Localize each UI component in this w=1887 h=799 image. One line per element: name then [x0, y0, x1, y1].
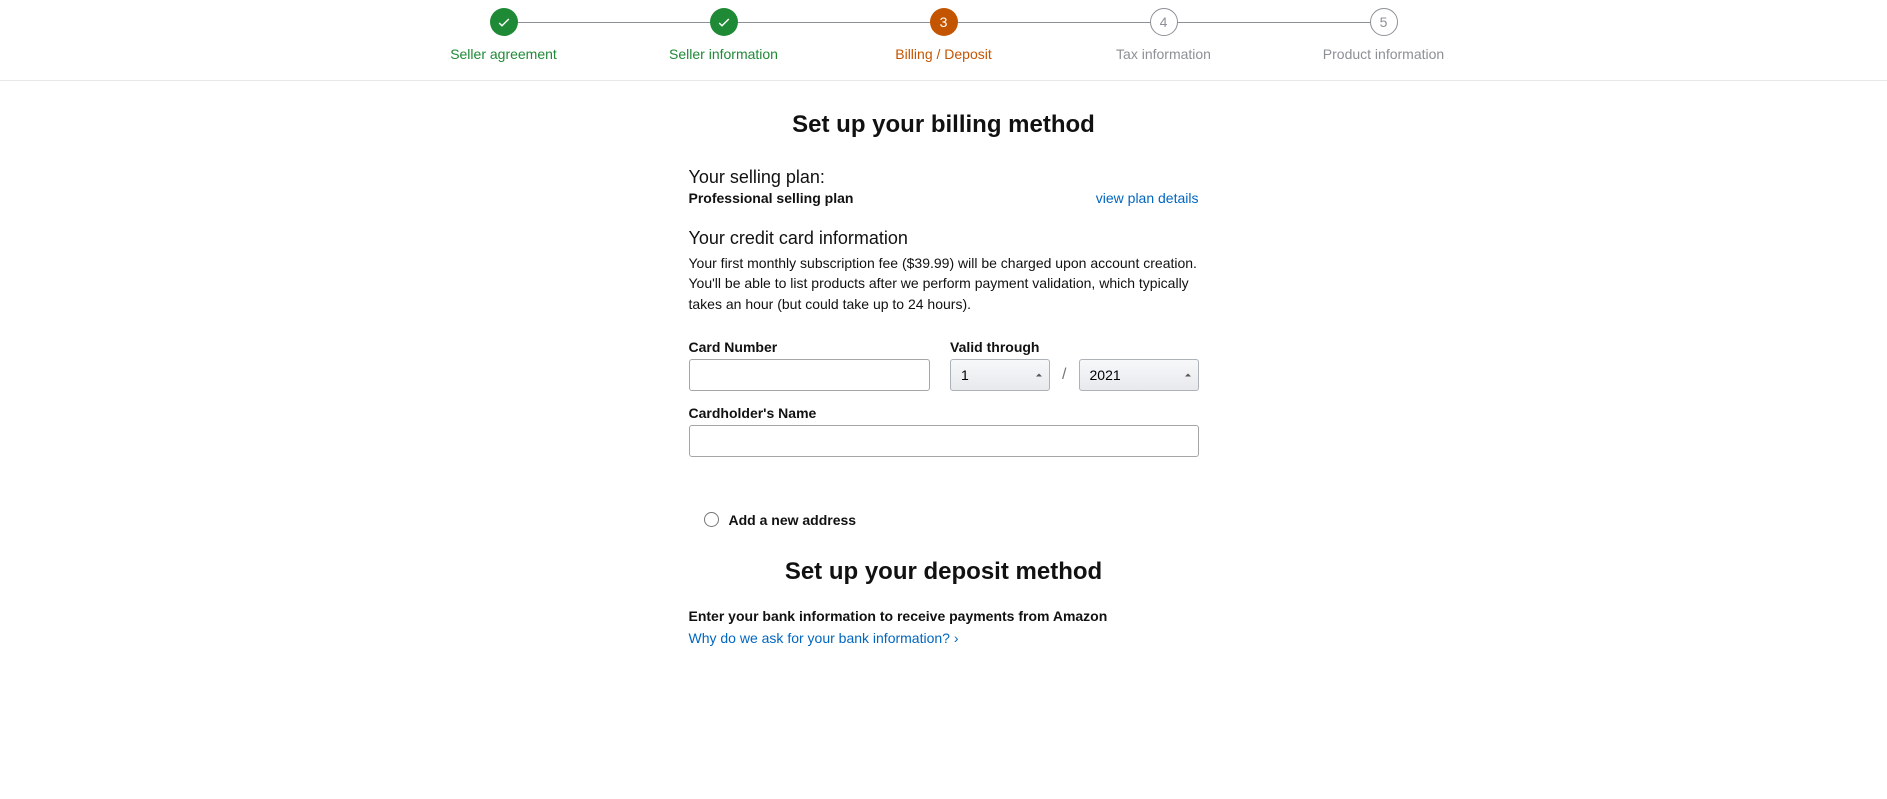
- deposit-subheading: Enter your bank information to receive p…: [689, 608, 1199, 624]
- add-new-address-radio[interactable]: [704, 512, 719, 527]
- slash-separator: /: [1062, 366, 1066, 384]
- expiry-year-select[interactable]: 2021: [1079, 359, 1199, 391]
- step-number: 4: [1150, 8, 1178, 36]
- cardholder-name-input[interactable]: [689, 425, 1199, 457]
- step-label: Billing / Deposit: [895, 46, 992, 62]
- view-plan-details-link[interactable]: view plan details: [1096, 190, 1199, 206]
- add-new-address-label: Add a new address: [729, 512, 857, 528]
- deposit-title: Set up your deposit method: [444, 558, 1444, 586]
- check-icon: [710, 8, 738, 36]
- step-label: Seller information: [669, 46, 778, 62]
- selling-plan-label: Your selling plan:: [689, 167, 854, 188]
- billing-title: Set up your billing method: [444, 111, 1444, 139]
- step-product-information: 5 Product information: [1274, 8, 1494, 62]
- step-label: Tax information: [1116, 46, 1211, 62]
- selling-plan-name: Professional selling plan: [689, 190, 854, 206]
- cc-description: Your first monthly subscription fee ($39…: [689, 253, 1199, 314]
- step-seller-information: Seller information: [614, 8, 834, 62]
- bank-info-link[interactable]: Why do we ask for your bank information?: [689, 630, 959, 646]
- progress-stepper: Seller agreement Seller information 3 Bi…: [0, 0, 1887, 81]
- step-number: 5: [1370, 8, 1398, 36]
- step-number: 3: [930, 8, 958, 36]
- step-tax-information: 4 Tax information: [1054, 8, 1274, 62]
- step-billing-deposit: 3 Billing / Deposit: [834, 8, 1054, 62]
- cardholder-name-label: Cardholder's Name: [689, 405, 1199, 421]
- step-seller-agreement: Seller agreement: [394, 8, 614, 62]
- cc-heading: Your credit card information: [689, 228, 1199, 249]
- card-number-input[interactable]: [689, 359, 931, 391]
- step-label: Product information: [1323, 46, 1444, 62]
- valid-through-label: Valid through: [950, 339, 1198, 355]
- check-icon: [490, 8, 518, 36]
- step-label: Seller agreement: [450, 46, 557, 62]
- card-number-label: Card Number: [689, 339, 931, 355]
- expiry-month-select[interactable]: 1: [950, 359, 1050, 391]
